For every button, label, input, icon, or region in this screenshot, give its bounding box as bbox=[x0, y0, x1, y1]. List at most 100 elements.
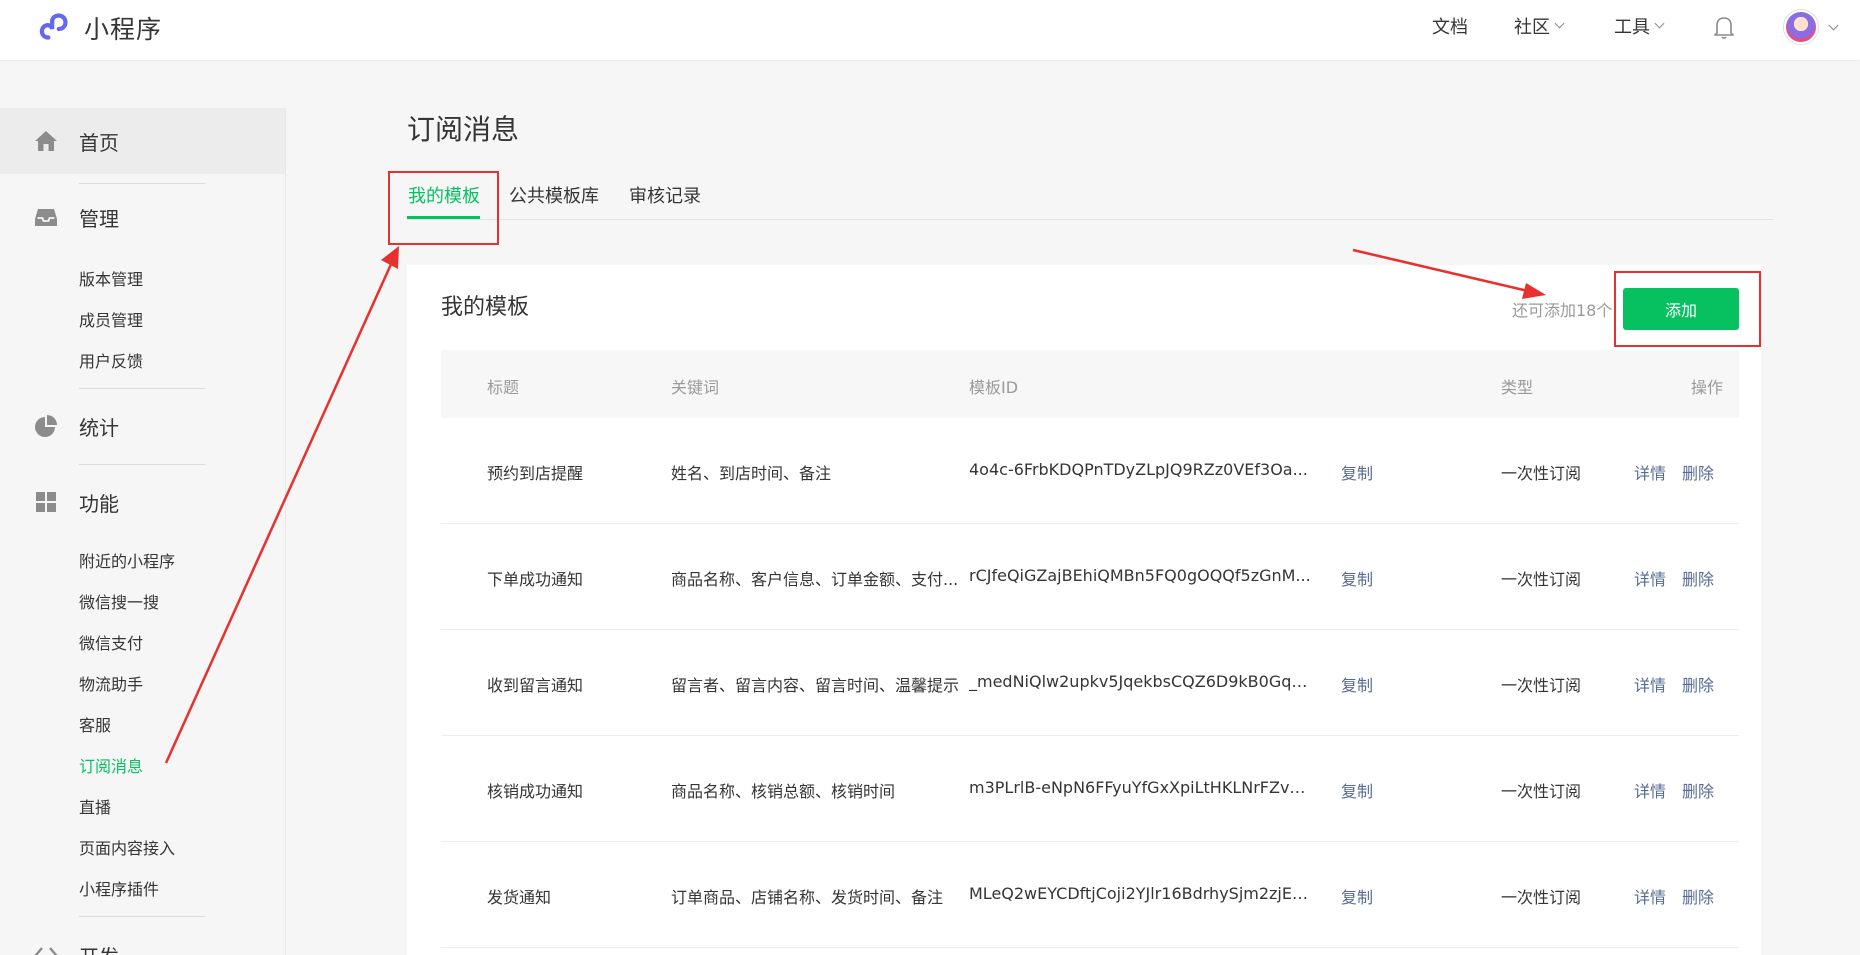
sidebar-section-label: 开发 bbox=[79, 941, 119, 955]
delete-link[interactable]: 删除 bbox=[1682, 884, 1714, 908]
row-keywords: 商品名称、核销总额、核销时间 bbox=[671, 782, 896, 801]
row-type: 一次性订阅 bbox=[1501, 676, 1582, 695]
row-title: 核销成功通知 bbox=[487, 782, 584, 801]
row-template-id: rCJfeQiGZajBEhiQMBn5FQ0gOQQf5zGnM... bbox=[969, 566, 1311, 585]
row-template-id: _medNiQlw2upkv5JqekbsCQZ6D9kB0GqD... bbox=[969, 672, 1313, 691]
row-keywords: 留言者、留言内容、留言时间、温馨提示 bbox=[671, 676, 960, 695]
delete-link[interactable]: 删除 bbox=[1682, 566, 1714, 590]
copy-link[interactable]: 复制 bbox=[1341, 566, 1373, 590]
detail-link[interactable]: 详情 bbox=[1634, 460, 1666, 484]
nav-tools-label: 工具 bbox=[1614, 17, 1650, 38]
page-title: 订阅消息 bbox=[407, 113, 520, 146]
sidebar-item-members[interactable]: 成员管理 bbox=[79, 307, 143, 331]
row-type: 一次性订阅 bbox=[1501, 570, 1582, 589]
copy-link[interactable]: 复制 bbox=[1341, 672, 1373, 696]
copy-link[interactable]: 复制 bbox=[1341, 884, 1373, 908]
card-title: 我的模板 bbox=[441, 295, 530, 320]
sidebar-section-features[interactable]: 功能 bbox=[0, 482, 285, 522]
delete-link[interactable]: 删除 bbox=[1682, 778, 1714, 802]
delete-link[interactable]: 删除 bbox=[1682, 460, 1714, 484]
tab-review-records[interactable]: 审核记录 bbox=[629, 182, 701, 208]
sidebar-item-label: 首页 bbox=[79, 130, 119, 155]
sidebar-divider bbox=[79, 464, 205, 465]
sidebar-item-home-row[interactable]: 首页 bbox=[0, 121, 285, 161]
sidebar-divider bbox=[79, 916, 205, 917]
sidebar-item-plugins[interactable]: 小程序插件 bbox=[79, 876, 159, 900]
row-keywords: 订单商品、店铺名称、发货时间、备注 bbox=[671, 888, 944, 907]
row-title: 下单成功通知 bbox=[487, 570, 584, 589]
sidebar-item-logistics[interactable]: 物流助手 bbox=[79, 671, 143, 695]
row-title: 发货通知 bbox=[487, 888, 552, 907]
top-bar: 小程序 文档 社区 工具 bbox=[0, 0, 1860, 60]
sidebar-item-live[interactable]: 直播 bbox=[79, 794, 111, 818]
row-template-id: MLeQ2wEYCDftjCoji2YJlr16BdrhySjm2zjEh... bbox=[969, 884, 1313, 903]
nav-community-label: 社区 bbox=[1514, 17, 1550, 38]
column-header-title: 标题 bbox=[487, 378, 520, 397]
row-title: 收到留言通知 bbox=[487, 676, 584, 695]
sidebar-section-label: 统计 bbox=[79, 415, 119, 440]
avatar[interactable] bbox=[1784, 10, 1818, 44]
row-type: 一次性订阅 bbox=[1501, 888, 1582, 907]
row-keywords: 商品名称、客户信息、订单金额、支付... bbox=[671, 570, 959, 589]
row-template-id: 4o4c-6FrbKDQPnTDyZLpJQ9RZz0VEf3Oa... bbox=[969, 460, 1308, 479]
sidebar-item-pay[interactable]: 微信支付 bbox=[79, 630, 143, 654]
tab-public-library[interactable]: 公共模板库 bbox=[509, 182, 599, 208]
nav-tools[interactable]: 工具 bbox=[1614, 0, 1665, 52]
nav-docs[interactable]: 文档 bbox=[1432, 0, 1468, 52]
row-template-id: m3PLrlB-eNpN6FFyuYfGxXpiLtHKLNrFZvS... bbox=[969, 778, 1313, 797]
remaining-count: 还可添加18个 bbox=[1512, 301, 1613, 320]
grid-icon bbox=[36, 492, 56, 512]
sidebar-section-manage[interactable]: 管理 bbox=[0, 197, 285, 237]
row-title: 预约到店提醒 bbox=[487, 464, 584, 483]
detail-link[interactable]: 详情 bbox=[1634, 778, 1666, 802]
row-type: 一次性订阅 bbox=[1501, 464, 1582, 483]
inbox-icon bbox=[35, 209, 57, 226]
miniprogram-logo-icon bbox=[39, 13, 68, 40]
sidebar-item-content[interactable]: 页面内容接入 bbox=[79, 835, 175, 859]
table-row: 收到留言通知 留言者、留言内容、留言时间、温馨提示 _medNiQlw2upkv… bbox=[441, 630, 1739, 736]
sidebar-item-version[interactable]: 版本管理 bbox=[79, 266, 143, 290]
sidebar-section-stats[interactable]: 统计 bbox=[0, 406, 285, 446]
nav-docs-label: 文档 bbox=[1432, 17, 1468, 38]
copy-link[interactable]: 复制 bbox=[1341, 778, 1373, 802]
column-header-keywords: 关键词 bbox=[671, 378, 720, 397]
copy-link[interactable]: 复制 bbox=[1341, 460, 1373, 484]
sidebar-section-label: 功能 bbox=[79, 491, 119, 516]
chevron-down-icon bbox=[1554, 18, 1565, 29]
detail-link[interactable]: 详情 bbox=[1634, 672, 1666, 696]
sidebar-divider bbox=[79, 388, 205, 389]
table-row: 发货通知 订单商品、店铺名称、发货时间、备注 MLeQ2wEYCDftjCoji… bbox=[441, 842, 1739, 948]
annotation-highlight-box bbox=[388, 171, 499, 245]
sidebar-item-customer-service[interactable]: 客服 bbox=[79, 712, 111, 736]
table-row: 下单成功通知 商品名称、客户信息、订单金额、支付... rCJfeQiGZajB… bbox=[441, 524, 1739, 630]
sidebar: 首页 管理 版本管理 成员管理 用户反馈 统计 功能 附近的小程序 微信搜一搜 … bbox=[0, 108, 286, 955]
table-header: 标题 关键词 模板ID 类型 操作 bbox=[441, 350, 1739, 418]
bell-icon[interactable] bbox=[1712, 14, 1736, 40]
sidebar-section-dev[interactable]: 开发 bbox=[0, 935, 285, 955]
nav-community[interactable]: 社区 bbox=[1514, 0, 1565, 52]
pie-chart-icon bbox=[35, 415, 57, 437]
sidebar-item-subscribe[interactable]: 订阅消息 bbox=[79, 753, 143, 777]
code-icon bbox=[34, 947, 58, 955]
detail-link[interactable]: 详情 bbox=[1634, 566, 1666, 590]
sidebar-divider bbox=[79, 183, 205, 184]
column-header-type: 类型 bbox=[1501, 378, 1534, 397]
row-type: 一次性订阅 bbox=[1501, 782, 1582, 801]
annotation-highlight-box bbox=[1614, 271, 1761, 347]
home-icon bbox=[35, 131, 57, 151]
column-header-template-id: 模板ID bbox=[969, 378, 1019, 397]
tab-bar: 我的模板 公共模板库 审核记录 bbox=[407, 176, 1773, 220]
app-name: 小程序 bbox=[84, 15, 163, 44]
sidebar-item-nearby[interactable]: 附近的小程序 bbox=[79, 548, 175, 572]
app-logo[interactable]: 小程序 bbox=[36, 8, 162, 48]
row-keywords: 姓名、到店时间、备注 bbox=[671, 464, 832, 483]
column-header-actions: 操作 bbox=[1691, 378, 1724, 397]
sidebar-item-search[interactable]: 微信搜一搜 bbox=[79, 589, 159, 613]
detail-link[interactable]: 详情 bbox=[1634, 884, 1666, 908]
chevron-down-icon[interactable] bbox=[1828, 20, 1839, 31]
chevron-down-icon bbox=[1654, 18, 1665, 29]
delete-link[interactable]: 删除 bbox=[1682, 672, 1714, 696]
sidebar-item-feedback[interactable]: 用户反馈 bbox=[79, 348, 143, 372]
templates-card: 我的模板 还可添加18个 添加 标题 关键词 模板ID 类型 操作 预约到店提醒… bbox=[407, 265, 1761, 955]
table-row: 预约到店提醒 姓名、到店时间、备注 4o4c-6FrbKDQPnTDyZLpJQ… bbox=[441, 418, 1739, 524]
